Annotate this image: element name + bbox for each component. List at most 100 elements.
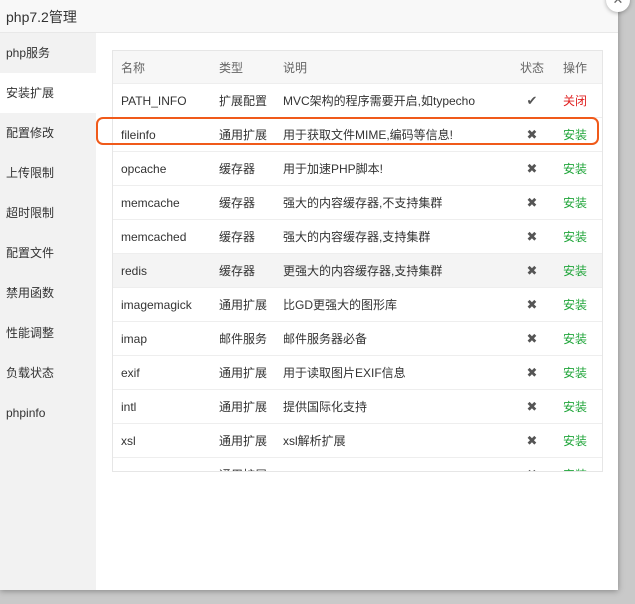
- ext-type: 通用扩展: [211, 457, 275, 471]
- table-row: xsl 通用扩展 xsl解析扩展 ✖ 安装: [113, 423, 602, 458]
- ext-type: 扩展配置: [211, 83, 275, 118]
- install-link[interactable]: 安装: [563, 366, 587, 380]
- ext-name: imagemagick: [113, 287, 211, 322]
- header-desc: 说明: [275, 51, 509, 84]
- table-row: opcache 缓存器 用于加速PHP脚本! ✖ 安装: [113, 151, 602, 186]
- cross-icon: ✖: [526, 194, 538, 210]
- install-link[interactable]: 安装: [563, 196, 587, 210]
- sidebar-item-php-service[interactable]: php服务: [0, 33, 96, 73]
- table-row: memcached 缓存器 强大的内容缓存器,支持集群 ✖ 安装: [113, 219, 602, 254]
- ext-desc: [275, 457, 509, 471]
- sidebar-item-label: php服务: [6, 46, 51, 60]
- header-type: 类型: [211, 51, 275, 84]
- cross-icon: ✖: [526, 364, 538, 380]
- cross-icon: ✖: [526, 432, 538, 448]
- cross-icon: ✖: [526, 262, 538, 278]
- header-action: 操作: [555, 51, 602, 84]
- sidebar-item-performance[interactable]: 性能调整: [0, 313, 96, 353]
- install-link[interactable]: 安装: [563, 264, 587, 278]
- sidebar-item-phpinfo[interactable]: phpinfo: [0, 393, 96, 433]
- ext-type: 缓存器: [211, 185, 275, 220]
- cross-icon: ✖: [526, 160, 538, 176]
- ext-desc: 更强大的内容缓存器,支持集群: [275, 253, 509, 288]
- sidebar-item-label: 性能调整: [6, 326, 55, 340]
- install-link[interactable]: 安装: [563, 128, 587, 142]
- cross-icon: ✖: [526, 126, 538, 142]
- sidebar-item-disabled-functions[interactable]: 禁用函数: [0, 273, 96, 313]
- install-link[interactable]: 安装: [563, 162, 587, 176]
- sidebar: php服务 安装扩展 配置修改 上传限制 超时限制 配置文件 禁用函数 性能调整…: [0, 33, 96, 590]
- install-link[interactable]: 安装: [563, 434, 587, 448]
- cross-icon: ✖: [527, 467, 538, 472]
- ext-desc: MVC架构的程序需要开启,如typecho: [275, 83, 509, 118]
- table-header-row: 名称 类型 说明 状态 操作: [113, 51, 602, 84]
- php-manager-dialog: php7.2管理 ✕ php服务 安装扩展 配置修改 上传限制 超时限制 配置文…: [0, 0, 630, 590]
- table-row: imap 邮件服务 邮件服务器必备 ✖ 安装: [113, 321, 602, 356]
- ext-type: 缓存器: [211, 151, 275, 186]
- ext-desc: 强大的内容缓存器,支持集群: [275, 219, 509, 254]
- ext-type: 通用扩展: [211, 423, 275, 458]
- sidebar-item-label: 配置修改: [6, 126, 55, 140]
- title-bar: php7.2管理 ✕: [0, 0, 630, 33]
- ext-name: imap: [113, 321, 211, 356]
- table-row: memcache 缓存器 强大的内容缓存器,不支持集群 ✖ 安装: [113, 185, 602, 220]
- ext-type: 通用扩展: [211, 287, 275, 322]
- sidebar-item-label: 禁用函数: [6, 286, 55, 300]
- header-name: 名称: [113, 51, 211, 84]
- ext-type: 通用扩展: [211, 389, 275, 424]
- ext-name: [113, 457, 211, 471]
- sidebar-item-label: 安装扩展: [6, 86, 55, 100]
- ext-desc: 邮件服务器必备: [275, 321, 509, 356]
- ext-name: redis: [113, 253, 211, 288]
- install-link[interactable]: 安装: [563, 230, 587, 244]
- close-icon[interactable]: ✕: [606, 0, 630, 12]
- table-row: imagemagick 通用扩展 比GD更强大的图形库 ✖ 安装: [113, 287, 602, 322]
- ext-type: 通用扩展: [211, 355, 275, 390]
- table-row: fileinfo 通用扩展 用于获取文件MIME,编码等信息! ✖ 安装: [113, 117, 602, 152]
- ext-name: opcache: [113, 151, 211, 186]
- ext-type: 缓存器: [211, 253, 275, 288]
- install-link[interactable]: 安装: [563, 468, 587, 471]
- header-status: 状态: [509, 51, 555, 84]
- sidebar-item-label: phpinfo: [6, 406, 46, 420]
- ext-desc: xsl解析扩展: [275, 423, 509, 458]
- cross-icon: ✖: [526, 398, 538, 414]
- disable-link[interactable]: 关闭: [563, 94, 587, 108]
- install-link[interactable]: 安装: [563, 298, 587, 312]
- install-link[interactable]: 安装: [563, 332, 587, 346]
- ext-type: 通用扩展: [211, 117, 275, 152]
- sidebar-item-label: 上传限制: [6, 166, 55, 180]
- cross-icon: ✖: [526, 228, 538, 244]
- ext-desc: 用于获取文件MIME,编码等信息!: [275, 117, 509, 152]
- install-link[interactable]: 安装: [563, 400, 587, 414]
- ext-desc: 用于加速PHP脚本!: [275, 151, 509, 186]
- ext-name: memcached: [113, 219, 211, 254]
- cross-icon: ✖: [526, 296, 538, 312]
- table-row: PATH_INFO 扩展配置 MVC架构的程序需要开启,如typecho ✔ 关…: [113, 83, 602, 118]
- sidebar-item-load-status[interactable]: 负载状态: [0, 353, 96, 393]
- sidebar-item-timeout-limit[interactable]: 超时限制: [0, 193, 96, 233]
- ext-type: 缓存器: [211, 219, 275, 254]
- table-row: intl 通用扩展 提供国际化支持 ✖ 安装: [113, 389, 602, 424]
- sidebar-item-config-edit[interactable]: 配置修改: [0, 113, 96, 153]
- ext-name: exif: [113, 355, 211, 390]
- dialog-title: php7.2管理: [6, 9, 77, 25]
- table-row: 通用扩展 ✖ 安装: [113, 457, 602, 472]
- ext-name: memcache: [113, 185, 211, 220]
- check-icon: ✔: [526, 92, 538, 108]
- ext-name: PATH_INFO: [113, 83, 211, 118]
- sidebar-item-label: 配置文件: [6, 246, 55, 260]
- sidebar-item-upload-limit[interactable]: 上传限制: [0, 153, 96, 193]
- ext-name: fileinfo: [113, 117, 211, 152]
- extensions-table: 名称 类型 说明 状态 操作 PATH_INFO 扩展配置 MVC架构的程序需要…: [113, 51, 602, 472]
- ext-name: intl: [113, 389, 211, 424]
- ext-type: 邮件服务: [211, 321, 275, 356]
- sidebar-item-install-extensions[interactable]: 安装扩展: [0, 73, 96, 113]
- ext-name: xsl: [113, 423, 211, 458]
- ext-desc: 强大的内容缓存器,不支持集群: [275, 185, 509, 220]
- sidebar-item-label: 超时限制: [6, 206, 55, 220]
- ext-desc: 用于读取图片EXIF信息: [275, 355, 509, 390]
- extensions-table-container[interactable]: 名称 类型 说明 状态 操作 PATH_INFO 扩展配置 MVC架构的程序需要…: [112, 50, 603, 472]
- sidebar-item-label: 负载状态: [6, 366, 55, 380]
- sidebar-item-config-file[interactable]: 配置文件: [0, 233, 96, 273]
